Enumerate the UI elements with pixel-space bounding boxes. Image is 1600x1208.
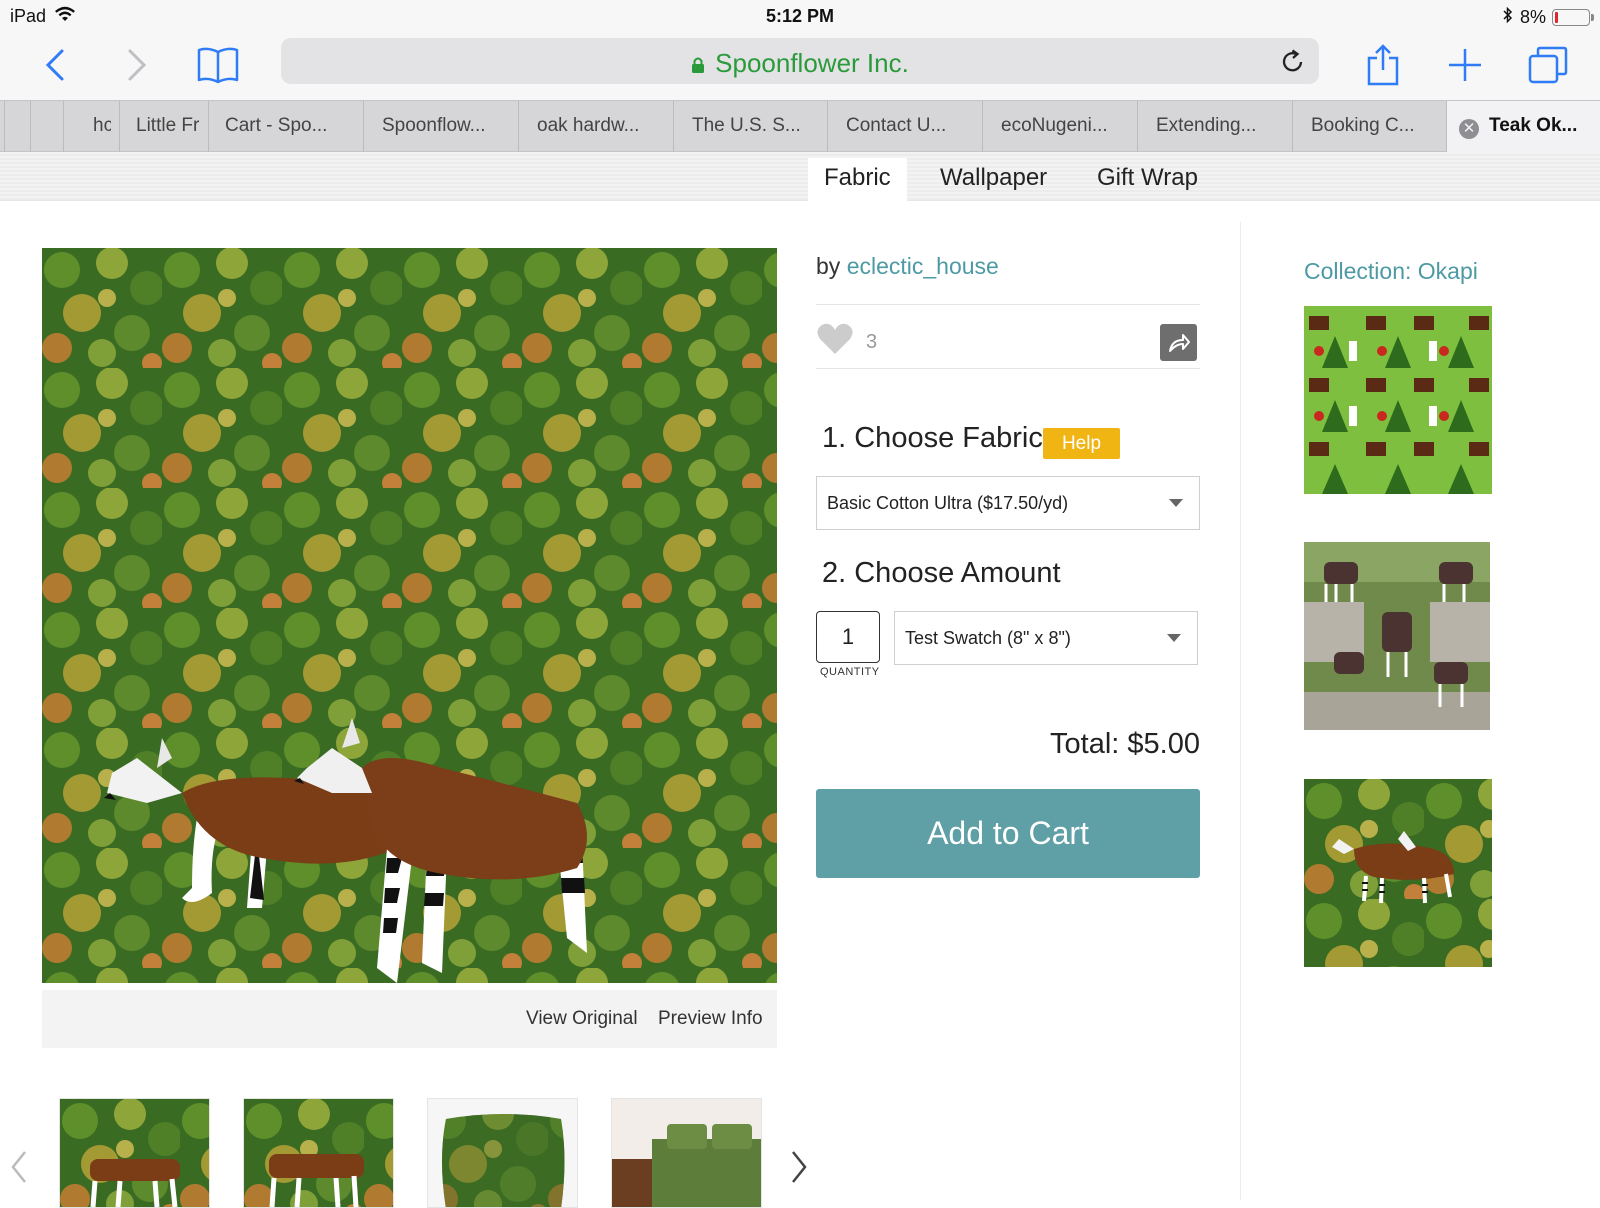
share-icon (1367, 44, 1399, 86)
close-tab-icon[interactable]: ✕ (1459, 119, 1479, 139)
heart-icon[interactable] (816, 322, 854, 362)
book-icon (197, 47, 239, 84)
tab-stub[interactable] (30, 101, 63, 152)
forward-button[interactable] (112, 40, 162, 90)
divider (816, 368, 1200, 369)
fabric-select[interactable]: Basic Cotton Ultra ($17.50/yd) (816, 476, 1200, 530)
choose-amount-heading: 2. Choose Amount (822, 557, 1061, 589)
status-right: 8% (1502, 6, 1594, 29)
tab-7[interactable]: Contact U... (827, 101, 982, 152)
status-bar: iPad 5:12 PM 8% (0, 0, 1600, 32)
designer-link[interactable]: eclectic_house (847, 253, 999, 279)
preview-info-link[interactable]: Preview Info (658, 1008, 763, 1030)
thumbnails-next-arrow[interactable] (790, 1150, 808, 1193)
amount-select-value: Test Swatch (8" x 8") (905, 628, 1071, 648)
likes: 3 (816, 322, 877, 362)
total-price: Total: $5.00 (1050, 728, 1200, 760)
browser-toolbar: Spoonflower Inc. (0, 32, 1600, 100)
divider (816, 304, 1200, 305)
reload-icon[interactable] (1281, 48, 1305, 79)
okapi-fabric-image (42, 248, 777, 983)
collection-thumb-2[interactable] (1304, 542, 1490, 730)
quantity-label: QUANTITY (820, 666, 880, 678)
tab-strip: hc Little Fr Cart - Spo... Spoonflow... … (0, 100, 1600, 152)
new-tab-button[interactable] (1440, 40, 1490, 90)
lock-icon (691, 50, 705, 81)
tab-4[interactable]: Spoonflow... (363, 101, 518, 152)
battery-icon (1552, 9, 1594, 26)
designer-byline: by eclectic_house (816, 253, 999, 280)
thumbnail-fabric-draped[interactable] (243, 1098, 394, 1208)
share-arrow-icon (1168, 333, 1190, 352)
tab-stub[interactable] (4, 101, 30, 152)
address-bar[interactable]: Spoonflower Inc. (281, 38, 1319, 84)
chevron-down-icon (1167, 634, 1181, 642)
nav-fabric[interactable]: Fabric (808, 158, 907, 201)
share-design-button[interactable] (1160, 324, 1197, 361)
tab-active[interactable]: ✕ Teak Ok... (1446, 101, 1600, 152)
chevron-down-icon (1169, 499, 1183, 507)
tab-6[interactable]: The U.S. S... (673, 101, 828, 152)
tab-9[interactable]: Extending... (1137, 101, 1292, 152)
tab-2[interactable]: Little Fr (119, 101, 209, 152)
plus-icon (1449, 49, 1481, 81)
view-original-link[interactable]: View Original (526, 1008, 638, 1030)
tabs-overview-button[interactable] (1523, 40, 1573, 90)
tab-1[interactable]: hc (63, 101, 111, 152)
add-to-cart-button[interactable]: Add to Cart (816, 789, 1200, 878)
like-count: 3 (866, 330, 878, 353)
amount-select[interactable]: Test Swatch (8" x 8") (894, 611, 1198, 665)
bookmarks-button[interactable] (193, 40, 243, 90)
site-nav: Fabric Wallpaper Gift Wrap (0, 152, 1600, 201)
nav-gift-wrap[interactable]: Gift Wrap (1081, 158, 1214, 201)
battery-fill (1555, 12, 1558, 23)
collection-thumb-1[interactable] (1304, 306, 1492, 494)
tab-10[interactable]: Booking C... (1292, 101, 1447, 152)
thumbnail-pillow[interactable] (427, 1098, 578, 1208)
tab-3[interactable]: Cart - Spo... (208, 101, 363, 152)
thumbnails-prev-arrow[interactable] (10, 1150, 28, 1193)
sidebar-divider (1240, 222, 1241, 1200)
battery-percent: 8% (1519, 7, 1546, 27)
collection-title[interactable]: Collection: Okapi (1304, 258, 1478, 285)
share-button[interactable] (1358, 40, 1408, 90)
thumbnail-bedding[interactable] (611, 1098, 762, 1208)
tab-5[interactable]: oak hardw... (518, 101, 673, 152)
help-badge[interactable]: Help (1043, 428, 1120, 459)
tabs-icon (1528, 46, 1568, 84)
thumbnail-fabric-flat[interactable] (59, 1098, 210, 1208)
product-main-image[interactable] (42, 248, 777, 983)
bluetooth-icon (1502, 6, 1514, 29)
tab-active-label: Teak Ok... (1489, 115, 1578, 136)
choose-fabric-heading: 1. Choose Fabric (822, 422, 1043, 454)
nav-wallpaper[interactable]: Wallpaper (924, 158, 1063, 201)
collection-thumb-3[interactable] (1304, 779, 1492, 967)
by-label: by (816, 253, 841, 279)
quantity-input[interactable]: 1 (816, 611, 880, 663)
back-button[interactable] (30, 40, 80, 90)
image-footer: View Original Preview Info (42, 990, 777, 1048)
tab-8[interactable]: ecoNugeni... (982, 101, 1137, 152)
url-title: Spoonflower Inc. (715, 48, 909, 78)
fabric-select-value: Basic Cotton Ultra ($17.50/yd) (827, 493, 1069, 513)
status-time: 5:12 PM (765, 6, 835, 26)
